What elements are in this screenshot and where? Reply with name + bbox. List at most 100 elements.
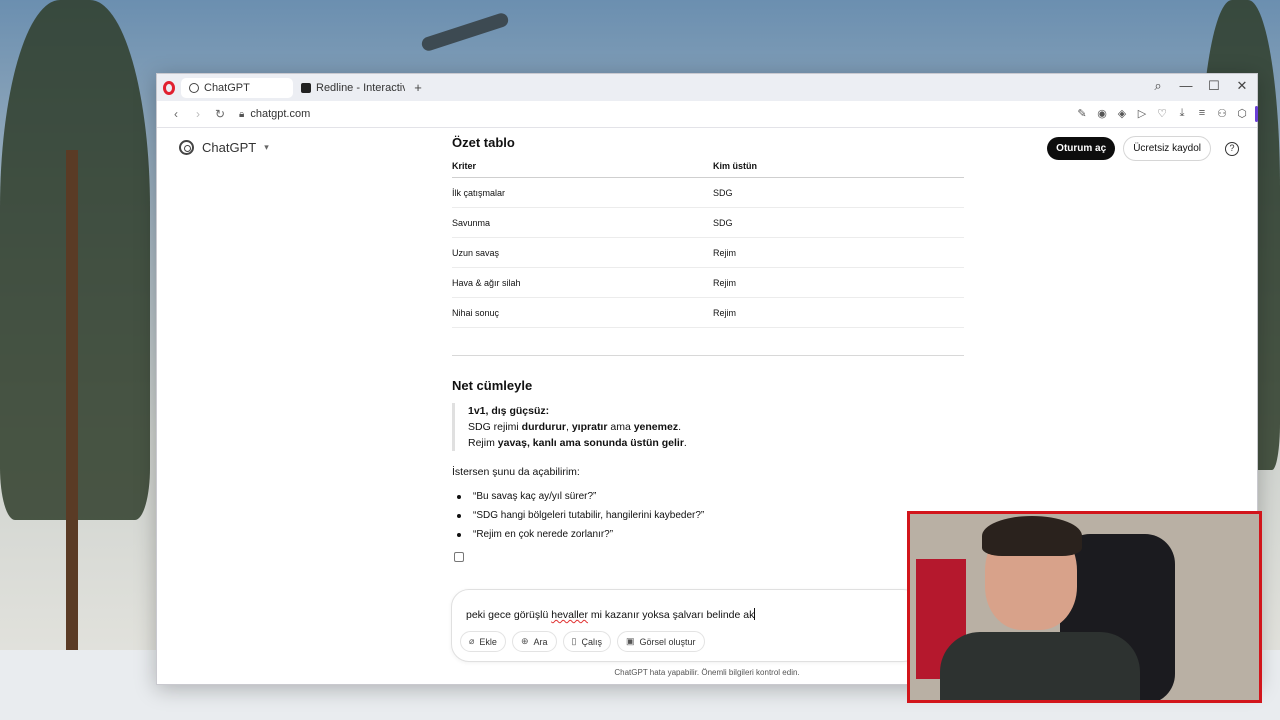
summary-table: Kriter Kim üstün İlk çatışmalar SDG Savu…	[452, 157, 964, 328]
redline-favicon-icon	[301, 82, 311, 93]
tab-label: ChatGPT	[204, 81, 250, 94]
tool-label: Görsel oluştur	[639, 636, 696, 647]
list-item: “SDG hangi bölgeleri tutabilir, hangiler…	[452, 506, 964, 525]
heart-icon[interactable]: ♡	[1157, 107, 1167, 120]
url-field[interactable]: chatgpt.com	[250, 108, 310, 120]
tab-redline[interactable]: Redline - Interactive Strate	[293, 78, 405, 98]
quote-text: .	[678, 421, 681, 433]
webcam-overlay	[907, 511, 1262, 703]
tab-label: Redline - Interactive Strate	[316, 81, 405, 94]
table-cell: Rejim	[713, 297, 964, 328]
table-row: Hava & ağır silah Rejim	[452, 267, 964, 298]
chatgpt-favicon-icon	[189, 82, 199, 93]
forward-icon[interactable]: ›	[187, 107, 209, 121]
net-title: Net cümleyle	[452, 378, 533, 393]
quote-text: .	[683, 437, 687, 449]
table-cell: Rejim	[713, 237, 964, 268]
window-controls: ⌕ — ☐ ✕	[1151, 78, 1249, 94]
table-cell: SDG	[713, 207, 964, 238]
prompt-text: peki gece görüşlü	[466, 609, 552, 621]
sidebar-accent	[1255, 106, 1258, 122]
new-tab-button[interactable]: +	[409, 80, 427, 95]
help-icon[interactable]: ?	[1225, 141, 1239, 156]
profile-icon[interactable]: ⚇	[1217, 107, 1227, 120]
table-row: Nihai sonuç Rejim	[452, 297, 964, 328]
image-icon: ▣	[625, 636, 635, 646]
quote-text: SDG rejimi	[468, 421, 522, 433]
chatgpt-logo-icon	[179, 140, 194, 155]
webcam-person-body	[940, 632, 1140, 700]
column-header: Kim üstün	[713, 157, 964, 178]
wallpaper-plane	[420, 11, 510, 53]
copy-icon[interactable]	[454, 552, 464, 562]
tab-chatgpt[interactable]: ChatGPT	[181, 77, 293, 98]
create-image-button[interactable]: ▣ Görsel oluştur	[616, 631, 705, 652]
search-tabs-icon[interactable]: ⌕	[1151, 78, 1165, 94]
blockquote: 1v1, dış güçsüz: SDG rejimi durdurur, yı…	[452, 403, 964, 451]
table-cell: Rejim	[713, 267, 964, 298]
table-cell: Uzun savaş	[452, 237, 713, 268]
table-cell: İlk çatışmalar	[452, 177, 713, 208]
table-header-row: Kriter Kim üstün	[452, 157, 964, 178]
study-button[interactable]: ▯ Çalış	[562, 631, 611, 652]
edit-icon[interactable]: ✎	[1077, 107, 1087, 120]
table-cell: SDG	[713, 177, 964, 208]
prompt-composer[interactable]: peki gece görüşlü hevaller mi kazanır yo…	[451, 589, 921, 662]
back-icon[interactable]: ‹	[165, 107, 187, 121]
misspelled-word: hevaller	[551, 609, 589, 621]
tab-bar: ChatGPT Redline - Interactive Strate + ⌕…	[157, 74, 1257, 101]
table-row: İlk çatışmalar SDG	[452, 177, 964, 208]
quote-text: ama	[607, 421, 634, 433]
table-cell: Nihai sonuç	[452, 297, 713, 328]
header-actions: Oturum aç Ücretsiz kaydol ?	[1047, 136, 1239, 161]
close-button[interactable]: ✕	[1235, 78, 1249, 94]
download-icon[interactable]: ⤓	[1177, 107, 1187, 120]
reload-icon[interactable]: ↻	[209, 107, 231, 121]
opera-logo-icon[interactable]	[163, 80, 175, 95]
text-cursor	[754, 608, 756, 620]
followup-intro: İstersen şunu da açabilirim:	[452, 466, 580, 478]
table-row: Uzun savaş Rejim	[452, 237, 964, 268]
table-row: Savunma SDG	[452, 207, 964, 238]
quote-bold: yavaş, kanlı ama sonunda üstün gelir	[497, 437, 684, 449]
table-cell: Savunma	[452, 207, 713, 238]
extensions-icon[interactable]: ⬡	[1237, 107, 1247, 120]
minimize-button[interactable]: —	[1179, 78, 1193, 94]
prompt-input[interactable]: peki gece görüşlü hevaller mi kazanır yo…	[466, 608, 756, 621]
quote-bold: durdurur	[521, 421, 566, 433]
section-divider	[452, 355, 964, 356]
prompt-text: mi kazanır yoksa şalvarı belinde ak	[588, 609, 755, 621]
quote-bold: 1v1, dış güçsüz:	[468, 405, 550, 417]
brand-label: ChatGPT	[202, 140, 257, 155]
tool-label: Ekle	[479, 636, 497, 647]
list-item: “Rejim en çok nerede zorlanır?”	[452, 525, 964, 544]
login-button[interactable]: Oturum aç	[1047, 137, 1116, 160]
menu-icon[interactable]: ≡	[1197, 107, 1207, 120]
signup-button[interactable]: Ücretsiz kaydol	[1123, 136, 1211, 161]
wallpaper-tree-trunk	[66, 150, 78, 670]
address-bar: ‹ › ↻ 🔒︎ chatgpt.com ✎ ◉ ◈ ▷ ♡ ⤓ ≡ ⚇ ⬡	[157, 101, 1258, 128]
quote-line: Rejim yavaş, kanlı ama sonunda üstün gel…	[468, 435, 964, 451]
attach-button[interactable]: ⌀ Ekle	[460, 631, 506, 652]
quote-bold: yenemez	[633, 421, 679, 433]
toolbar-icons: ✎ ◉ ◈ ▷ ♡ ⤓ ≡ ⚇ ⬡	[1077, 107, 1247, 120]
quote-text: Rejim	[468, 437, 498, 449]
quote-line: 1v1, dış güçsüz:	[468, 403, 964, 419]
lock-icon[interactable]: 🔒︎	[239, 109, 244, 120]
paperclip-icon: ⌀	[469, 636, 475, 646]
assistant-message: Özet tablo Kriter Kim üstün İlk çatışmal…	[452, 135, 964, 562]
model-selector[interactable]: ChatGPT ▾	[179, 140, 269, 155]
search-button[interactable]: ⊕ Ara	[511, 631, 557, 652]
tool-label: Çalış	[581, 636, 602, 647]
camera-icon[interactable]: ◉	[1097, 107, 1107, 120]
webcam-person-hair	[982, 516, 1082, 556]
shield-icon[interactable]: ◈	[1117, 107, 1127, 120]
column-header: Kriter	[452, 157, 713, 178]
composer-tools: ⌀ Ekle ⊕ Ara ▯ Çalış ▣ Görsel oluştur	[460, 631, 705, 652]
maximize-button[interactable]: ☐	[1207, 78, 1221, 94]
play-icon[interactable]: ▷	[1137, 107, 1147, 120]
suggestion-list: “Bu savaş kaç ay/yıl sürer?” “SDG hangi …	[452, 487, 964, 544]
summary-title: Özet tablo	[452, 135, 515, 150]
list-item: “Bu savaş kaç ay/yıl sürer?”	[452, 487, 964, 506]
globe-icon: ⊕	[520, 636, 529, 646]
